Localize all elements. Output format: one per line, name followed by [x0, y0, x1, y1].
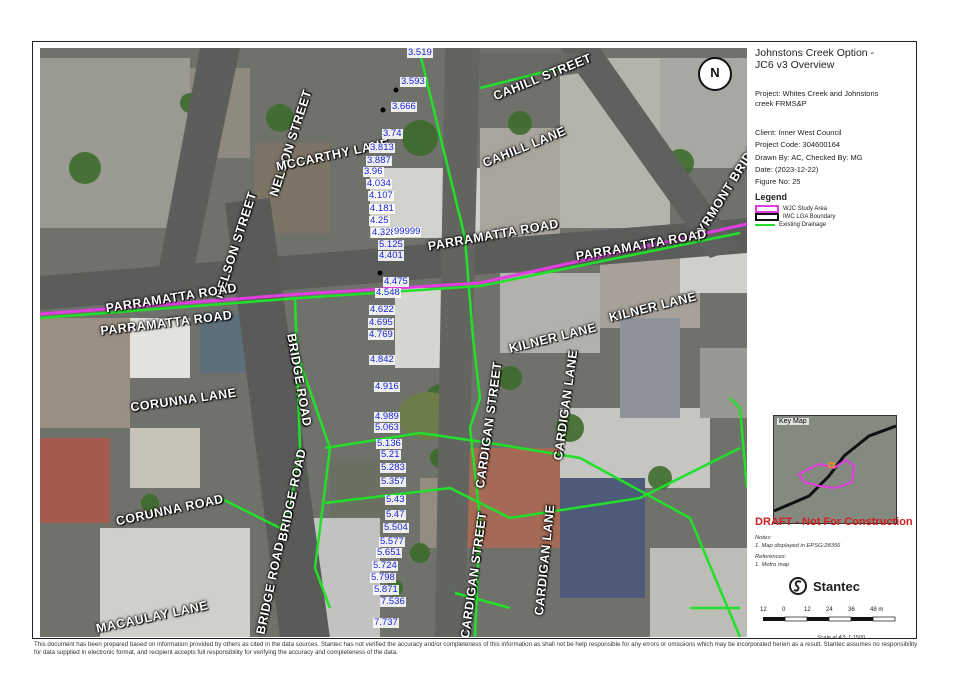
- scale-bar-graphic: [763, 616, 896, 622]
- figure-no-text: Figure No: 25: [755, 177, 801, 186]
- level-label: 3.519: [407, 48, 433, 58]
- level-label: 4.842: [369, 354, 395, 365]
- references-title: References:: [755, 554, 787, 560]
- references-text: 1. Metro map: [755, 562, 790, 568]
- level-label: 5.798: [370, 572, 396, 583]
- level-label: 5.357: [380, 476, 406, 487]
- study-area-symbol: [755, 205, 779, 213]
- level-label: 4.695: [368, 317, 394, 328]
- level-label: 5.283: [380, 462, 406, 473]
- lga-boundary-symbol: [755, 213, 779, 221]
- scale-tick-label: 36: [848, 607, 855, 613]
- level-label: 4.916: [374, 381, 400, 392]
- map-title: Johnstons Creek Option - JC6 v3 Overview: [755, 47, 874, 71]
- title-line-2: JC6 v3 Overview: [755, 59, 835, 71]
- scale-tick-label: 12: [804, 607, 811, 613]
- notes-title: Notes:: [755, 535, 772, 541]
- level-label: 4.989: [374, 411, 400, 422]
- project-line-2: creek FRMS&P: [755, 99, 807, 108]
- level-label: 5.43: [385, 494, 406, 505]
- aerial-map[interactable]: NELSON STREET NELSON STREET MCCARTHY LANE C…: [40, 48, 747, 637]
- level-label: 3.666: [391, 101, 417, 112]
- legend-label: Existing Drainage: [779, 222, 827, 228]
- level-label: 5.871: [373, 584, 399, 595]
- date-text: Date: (2023-12-22): [755, 165, 819, 174]
- level-label: 4.107: [368, 190, 394, 201]
- legend-item-drainage: Existing Drainage: [755, 222, 826, 228]
- level-label: 7.536: [380, 596, 406, 607]
- project-line-1: Project: Whites Creek and Johnstons: [755, 89, 879, 98]
- brand-name: Stantec: [813, 578, 860, 594]
- title-line-1: Johnstons Creek Option -: [755, 47, 875, 59]
- key-map-label: Key Map: [777, 418, 809, 425]
- level-label: 3.593: [400, 76, 426, 87]
- north-icon: N: [710, 65, 720, 80]
- drainage-symbol: [755, 224, 775, 226]
- key-map: Key Map: [773, 415, 897, 524]
- level-label: 3.74: [382, 128, 403, 139]
- level-label: 4.769: [368, 329, 394, 340]
- legend-title: Legend: [755, 192, 788, 202]
- level-label: 4.034: [366, 178, 392, 189]
- scale-tick-label: 48 m: [870, 607, 884, 613]
- legend-label: IWC LGA Boundary: [783, 214, 836, 220]
- level-label: 5.651: [376, 547, 402, 558]
- level-label: 3.96: [363, 166, 384, 177]
- level-label: 5.21: [380, 449, 401, 460]
- client-text: Client: Inner West Council: [755, 128, 842, 137]
- project-info: Project: Whites Creek and Johnstons cree…: [755, 89, 878, 109]
- level-label: 4.25: [369, 215, 390, 226]
- legend-item-lga-boundary: IWC LGA Boundary: [755, 213, 835, 221]
- legend-label: WJC Study Area: [783, 206, 828, 212]
- scale-tick-label: 24: [826, 607, 833, 613]
- stantec-logo: Stantec: [789, 577, 860, 595]
- level-label: 5.125: [378, 239, 404, 250]
- level-label: 4.548: [375, 287, 401, 298]
- drawn-by-text: Drawn By: AC, Checked By: MG: [755, 153, 863, 162]
- stantec-logo-icon: [789, 577, 807, 595]
- draft-warning: DRAFT - Not For Construction: [755, 516, 913, 528]
- level-label: 5.504: [383, 522, 409, 533]
- level-label: 3.887: [366, 155, 392, 166]
- level-label: 4.181: [369, 203, 395, 214]
- level-label: 5.063: [374, 422, 400, 433]
- level-label: 5.136: [376, 438, 402, 449]
- level-label: 99999: [393, 226, 422, 237]
- level-label: 4.401: [378, 250, 404, 261]
- level-label: 7.737: [373, 617, 399, 628]
- key-map-canvas: [774, 416, 896, 523]
- notes-text: 1. Map displayed in EPSG:28356: [755, 543, 841, 549]
- level-label: 4.475: [383, 276, 409, 287]
- scale-tick-label: 12: [760, 607, 767, 613]
- disclaimer: This document has been prepared based on…: [34, 641, 918, 656]
- scale-bar: 12 0 12 24 36 48 m: [755, 607, 910, 629]
- legend-item-study-area: WJC Study Area: [755, 205, 827, 213]
- level-label: 5.47: [385, 509, 406, 520]
- north-arrow: N: [698, 57, 732, 91]
- level-label: 5.724: [372, 560, 398, 571]
- level-label: 3.813: [369, 142, 395, 153]
- info-panel: Johnstons Creek Option - JC6 v3 Overview…: [747, 41, 917, 641]
- project-code-text: Project Code: 304600164: [755, 140, 841, 149]
- scale-tick-label: 0: [782, 607, 786, 613]
- level-label: 5.577: [379, 536, 405, 547]
- level-label: 4.622: [369, 304, 395, 315]
